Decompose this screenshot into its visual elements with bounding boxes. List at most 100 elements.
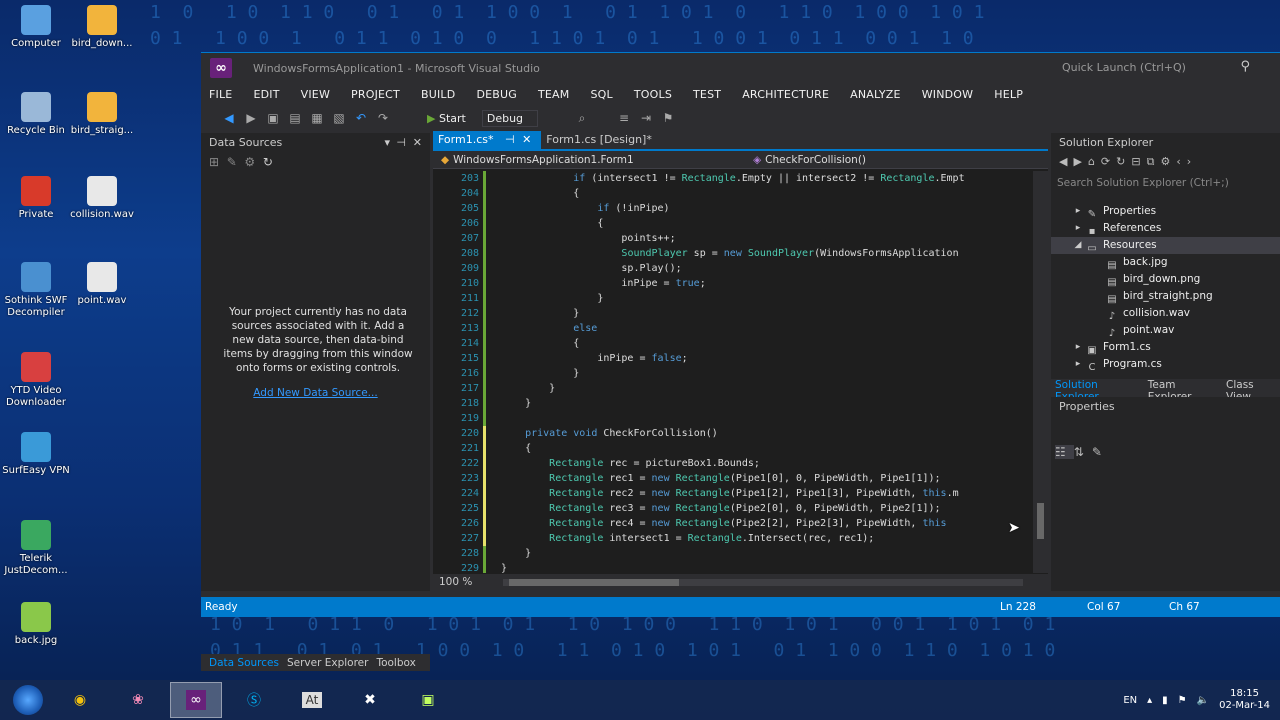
tab-form1-design[interactable]: Form1.cs [Design]* bbox=[541, 131, 662, 149]
menu-item[interactable]: TEST bbox=[693, 88, 721, 101]
refresh-icon[interactable]: ↻ bbox=[1116, 155, 1131, 168]
properties-icon[interactable]: ⚙ bbox=[1160, 155, 1176, 168]
tree-item[interactable]: ▸ ▪ References bbox=[1051, 220, 1280, 237]
add-data-source-icon[interactable]: ⊞ bbox=[209, 155, 219, 169]
close-tab-icon[interactable]: ✕ bbox=[522, 133, 531, 146]
tab-solution-explorer[interactable]: Solution Explorer bbox=[1055, 379, 1142, 403]
pin-icon[interactable]: ⊣ bbox=[396, 133, 406, 153]
tab-form1-cs[interactable]: Form1.cs* ⊣ ✕ bbox=[433, 131, 542, 149]
new-project-icon[interactable]: ▣ bbox=[265, 111, 281, 125]
comment-icon[interactable]: ≡ bbox=[616, 111, 632, 125]
property-pages-icon[interactable]: ✎ bbox=[1092, 445, 1110, 459]
tab-class-view[interactable]: Class View bbox=[1226, 379, 1280, 403]
indent-icon[interactable]: ⇥ bbox=[638, 111, 654, 125]
desktop-icon[interactable]: Recycle Bin bbox=[0, 92, 72, 137]
tree-item[interactable]: ▤ back.jpg bbox=[1051, 254, 1280, 271]
tree-item[interactable]: ♪ point.wav bbox=[1051, 322, 1280, 339]
at-app-taskbar-button[interactable]: At bbox=[286, 682, 338, 718]
save-icon[interactable]: ▦ bbox=[309, 111, 325, 125]
menu-item[interactable]: VIEW bbox=[301, 88, 330, 101]
desktop-icon[interactable]: SurfEasy VPN bbox=[0, 432, 72, 477]
bookmark-icon[interactable]: ⚑ bbox=[660, 111, 676, 125]
forward-icon[interactable]: ▶ bbox=[1073, 155, 1087, 168]
find-icon[interactable]: ⌕ bbox=[574, 111, 590, 126]
menu-item[interactable]: PROJECT bbox=[351, 88, 400, 101]
start-button[interactable] bbox=[8, 682, 48, 718]
quick-launch-input[interactable]: Quick Launch (Ctrl+Q) bbox=[1056, 59, 1246, 77]
desktop-icon[interactable]: YTD Video Downloader bbox=[0, 352, 72, 409]
show-all-files-icon[interactable]: ⧉ bbox=[1147, 155, 1161, 168]
vertical-scroll-thumb[interactable] bbox=[1037, 503, 1044, 539]
tab-team-explorer[interactable]: Team Explorer bbox=[1148, 379, 1220, 403]
configure-icon[interactable]: ⚙ bbox=[244, 155, 255, 169]
desktop-icon[interactable]: Computer bbox=[0, 5, 72, 50]
desktop-icon[interactable]: bird_straig... bbox=[66, 92, 138, 137]
tree-item[interactable]: ▸ ▣ Form1.cs bbox=[1051, 339, 1280, 356]
tab-server-explorer[interactable]: Server Explorer bbox=[287, 657, 369, 669]
menu-item[interactable]: ANALYZE bbox=[850, 88, 901, 101]
horizontal-scrollbar[interactable] bbox=[503, 579, 1023, 586]
network-icon[interactable]: ▮ bbox=[1162, 695, 1168, 706]
tree-item[interactable]: ▤ bird_down.png bbox=[1051, 271, 1280, 288]
refresh-icon[interactable]: ↻ bbox=[263, 155, 273, 169]
undo-icon[interactable]: ↶ bbox=[353, 111, 369, 125]
forward-icon[interactable]: ▶ bbox=[243, 111, 259, 125]
menu-item[interactable]: TEAM bbox=[538, 88, 570, 101]
menu-item[interactable]: DEBUG bbox=[476, 88, 517, 101]
menu-item[interactable]: WINDOW bbox=[922, 88, 974, 101]
start-button[interactable]: ▶ Start bbox=[427, 112, 466, 125]
solution-search-input[interactable]: Search Solution Explorer (Ctrl+;) bbox=[1055, 175, 1280, 191]
expand-arrow-icon[interactable]: ▸ bbox=[1071, 220, 1085, 237]
tab-toolbox[interactable]: Toolbox bbox=[376, 657, 415, 669]
desktop-icon[interactable]: Sothink SWF Decompiler bbox=[0, 262, 72, 319]
categorized-icon[interactable]: ☷ bbox=[1055, 445, 1074, 459]
menu-item[interactable]: BUILD bbox=[421, 88, 455, 101]
tree-item[interactable]: ♪ collision.wav bbox=[1051, 305, 1280, 322]
edit-icon[interactable]: ✎ bbox=[227, 155, 237, 169]
open-file-icon[interactable]: ▤ bbox=[287, 111, 303, 125]
type-dropdown[interactable]: WindowsFormsApplication1.Form1 bbox=[453, 154, 753, 166]
tree-item[interactable]: ▸ ✎ Properties bbox=[1051, 203, 1280, 220]
tree-item[interactable]: ◢ ▭ Resources bbox=[1051, 237, 1280, 254]
desktop-icon[interactable]: Telerik JustDecom... bbox=[0, 520, 72, 577]
tree-item[interactable]: ▤ bird_straight.png bbox=[1051, 288, 1280, 305]
desktop-icon[interactable]: bird_down... bbox=[66, 5, 138, 50]
expand-arrow-icon[interactable]: ◢ bbox=[1071, 237, 1085, 254]
expand-arrow-icon[interactable]: ▸ bbox=[1071, 339, 1085, 356]
close-icon[interactable]: ✕ bbox=[413, 133, 422, 153]
skype-taskbar-button[interactable]: Ⓢ bbox=[228, 682, 280, 718]
menu-item[interactable]: EDIT bbox=[253, 88, 279, 101]
horizontal-scroll-thumb[interactable] bbox=[509, 579, 679, 586]
member-dropdown[interactable]: CheckForCollision() bbox=[765, 154, 866, 166]
redo-icon[interactable]: ↷ bbox=[375, 111, 391, 125]
zoom-level[interactable]: 100 % bbox=[439, 576, 472, 588]
visual-studio-taskbar-button[interactable]: ∞ bbox=[170, 682, 222, 718]
volume-icon[interactable]: 🔈 bbox=[1197, 695, 1209, 706]
chrome-taskbar-button[interactable]: ◉ bbox=[54, 682, 106, 718]
clock[interactable]: 18:15 02-Mar-14 bbox=[1219, 688, 1270, 712]
home-icon[interactable]: ⌂ bbox=[1088, 155, 1101, 168]
flag-icon[interactable]: ⚑ bbox=[1178, 695, 1187, 706]
menu-item[interactable]: ARCHITECTURE bbox=[742, 88, 829, 101]
alphabetical-icon[interactable]: ⇅ bbox=[1074, 445, 1092, 459]
expand-arrow-icon[interactable]: ▸ bbox=[1071, 203, 1085, 220]
pin-icon[interactable]: ⊣ bbox=[505, 133, 515, 146]
collapse-all-icon[interactable]: ⊟ bbox=[1131, 155, 1146, 168]
expand-arrow-icon[interactable]: ▸ bbox=[1071, 356, 1085, 373]
chevron-up-icon[interactable]: ▴ bbox=[1147, 695, 1152, 706]
menu-item[interactable]: FILE bbox=[209, 88, 232, 101]
tool-taskbar-button[interactable]: ✖ bbox=[344, 682, 396, 718]
search-icon[interactable]: ⚲ bbox=[1240, 59, 1250, 74]
solution-config-select[interactable]: Debug bbox=[481, 109, 539, 127]
menu-item[interactable]: SQL bbox=[590, 88, 612, 101]
back-icon[interactable]: ◀ bbox=[221, 111, 237, 125]
save-all-icon[interactable]: ▧ bbox=[331, 111, 347, 125]
desktop-icon[interactable]: point.wav bbox=[66, 262, 138, 307]
vertical-scrollbar[interactable] bbox=[1033, 171, 1048, 573]
app-taskbar-button[interactable]: ❀ bbox=[112, 682, 164, 718]
game-taskbar-button[interactable]: ▣ bbox=[402, 682, 454, 718]
code-view-icon[interactable]: ‹› bbox=[1176, 155, 1197, 168]
code-area[interactable]: 203 if (intersect1 != Rectangle.Empty ||… bbox=[433, 171, 1033, 573]
back-icon[interactable]: ◀ bbox=[1059, 155, 1073, 168]
language-indicator[interactable]: EN bbox=[1123, 695, 1137, 706]
